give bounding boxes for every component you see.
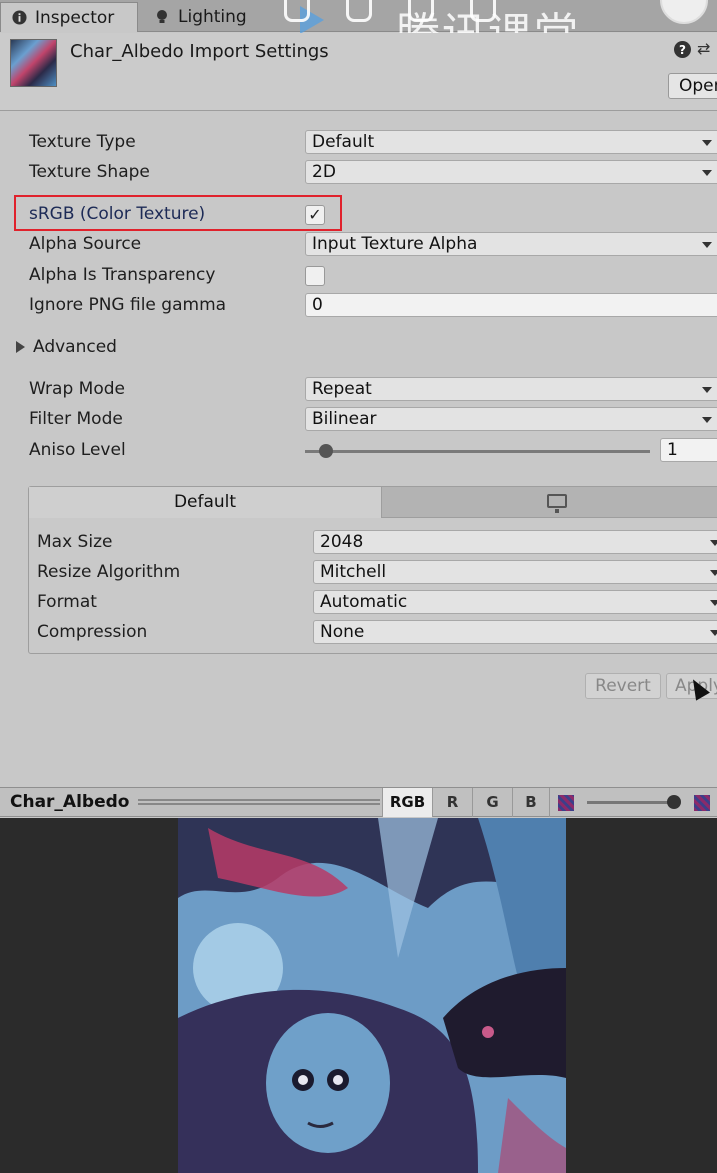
aniso-slider-knob[interactable] <box>318 444 333 458</box>
mip-large-icon <box>694 795 710 811</box>
inspector-header: Char_Albedo Import Settings ? ⇄ Open <box>0 33 717 111</box>
srgb-checkbox[interactable]: ✓ <box>305 205 325 225</box>
share-icon <box>284 0 310 22</box>
texture-shape-label: Texture Shape <box>29 162 150 182</box>
albedo-texture-image <box>178 818 566 1173</box>
texture-preview <box>0 818 717 1173</box>
max-size-row: Max Size 2048 <box>29 528 717 558</box>
format-label: Format <box>37 592 97 612</box>
filter-mode-label: Filter Mode <box>29 409 123 429</box>
alpha-source-row: Alpha Source Input Texture Alpha <box>0 230 717 260</box>
texture-shape-row: Texture Shape 2D <box>0 158 717 188</box>
texture-type-row: Texture Type Default <box>0 128 717 158</box>
texture-shape-dropdown[interactable]: 2D <box>305 160 717 184</box>
tab-inspector-label: Inspector <box>35 7 115 28</box>
compression-row: Compression None <box>29 618 717 648</box>
platform-settings-panel: Default Max Size 2048 Resize Algorithm M… <box>28 486 717 654</box>
resize-algorithm-dropdown[interactable]: Mitchell <box>313 560 717 584</box>
channel-rgb-button[interactable]: RGB <box>382 788 432 817</box>
chevron-right-icon <box>16 341 25 353</box>
resize-algorithm-value: Mitchell <box>320 562 387 582</box>
compression-dropdown[interactable]: None <box>313 620 717 644</box>
format-value: Automatic <box>320 592 408 612</box>
wrap-mode-dropdown[interactable]: Repeat <box>305 377 717 401</box>
format-dropdown[interactable]: Automatic <box>313 590 717 614</box>
alpha-transparency-row: Alpha Is Transparency <box>0 261 717 291</box>
format-row: Format Automatic <box>29 588 717 618</box>
tab-lighting[interactable]: Lighting <box>144 2 284 32</box>
open-button[interactable]: Open <box>668 73 717 99</box>
advanced-foldout[interactable]: Advanced <box>16 337 117 357</box>
ignore-png-gamma-field[interactable]: 0 <box>305 293 717 317</box>
srgb-label: sRGB (Color Texture) <box>29 204 206 224</box>
alpha-source-dropdown[interactable]: Input Texture Alpha <box>305 232 717 256</box>
revert-button[interactable]: Revert <box>585 673 661 699</box>
mip-small-icon <box>558 795 574 811</box>
chevron-down-icon <box>702 242 712 248</box>
alpha-transparency-label: Alpha Is Transparency <box>29 265 216 285</box>
download-icon <box>346 0 372 22</box>
tab-default-platform[interactable]: Default <box>29 487 382 518</box>
ignore-png-gamma-label: Ignore PNG file gamma <box>29 295 227 315</box>
preview-title: Char_Albedo <box>10 792 130 812</box>
chevron-down-icon <box>710 600 717 606</box>
mip-slider-track[interactable] <box>587 801 679 804</box>
texture-type-dropdown[interactable]: Default <box>305 130 717 154</box>
filter-mode-row: Filter Mode Bilinear <box>0 405 717 435</box>
tab-inspector[interactable]: Inspector <box>0 2 138 32</box>
srgb-row: sRGB (Color Texture) ✓ <box>0 200 717 230</box>
texture-type-value: Default <box>312 132 375 152</box>
chevron-down-icon <box>702 170 712 176</box>
ignore-png-gamma-row: Ignore PNG file gamma 0 <box>0 291 717 321</box>
resize-algorithm-label: Resize Algorithm <box>37 562 181 582</box>
channel-g-button[interactable]: G <box>472 788 512 817</box>
wrap-mode-label: Wrap Mode <box>29 379 125 399</box>
compression-value: None <box>320 622 365 642</box>
aniso-slider-track[interactable] <box>305 450 650 453</box>
tab-standalone-platform[interactable] <box>382 487 717 518</box>
max-size-label: Max Size <box>37 532 113 552</box>
chevron-down-icon <box>710 570 717 576</box>
info-icon <box>11 10 27 26</box>
tab-bar: Inspector Lighting 腾讯课堂 <box>0 0 717 60</box>
avatar <box>660 0 708 24</box>
chevron-down-icon <box>710 630 717 636</box>
channel-b-button[interactable]: B <box>512 788 550 817</box>
mip-slider-knob[interactable] <box>667 795 682 809</box>
max-size-dropdown[interactable]: 2048 <box>313 530 717 554</box>
lightbulb-icon <box>154 9 170 25</box>
chevron-down-icon <box>702 417 712 423</box>
wrap-mode-row: Wrap Mode Repeat <box>0 375 717 405</box>
aniso-level-row: Aniso Level 1 <box>0 436 717 466</box>
preview-drag-handle[interactable] <box>138 799 380 805</box>
advanced-label: Advanced <box>33 337 117 357</box>
compression-label: Compression <box>37 622 148 642</box>
alpha-source-value: Input Texture Alpha <box>312 234 478 254</box>
wrap-mode-value: Repeat <box>312 379 372 399</box>
filter-mode-value: Bilinear <box>312 409 377 429</box>
aniso-level-field[interactable]: 1 <box>660 438 717 462</box>
chevron-down-icon <box>702 387 712 393</box>
tab-lighting-label: Lighting <box>178 7 247 27</box>
max-size-value: 2048 <box>320 532 364 552</box>
chevron-down-icon <box>710 540 717 546</box>
resize-algorithm-row: Resize Algorithm Mitchell <box>29 558 717 588</box>
monitor-icon <box>547 494 567 513</box>
filter-mode-dropdown[interactable]: Bilinear <box>305 407 717 431</box>
channel-r-button[interactable]: R <box>432 788 472 817</box>
aniso-level-label: Aniso Level <box>29 440 126 460</box>
texture-shape-value: 2D <box>312 162 336 182</box>
chevron-down-icon <box>702 140 712 146</box>
help-icon[interactable]: ? <box>674 41 691 58</box>
alpha-transparency-checkbox[interactable] <box>305 266 325 286</box>
alpha-source-label: Alpha Source <box>29 234 142 254</box>
page-title: Char_Albedo Import Settings <box>70 41 329 62</box>
settings-icon[interactable]: ⇄ <box>697 39 710 58</box>
texture-thumbnail <box>10 39 57 87</box>
preview-toolbar: Char_Albedo RGB R G B <box>0 787 717 817</box>
texture-type-label: Texture Type <box>29 132 136 152</box>
